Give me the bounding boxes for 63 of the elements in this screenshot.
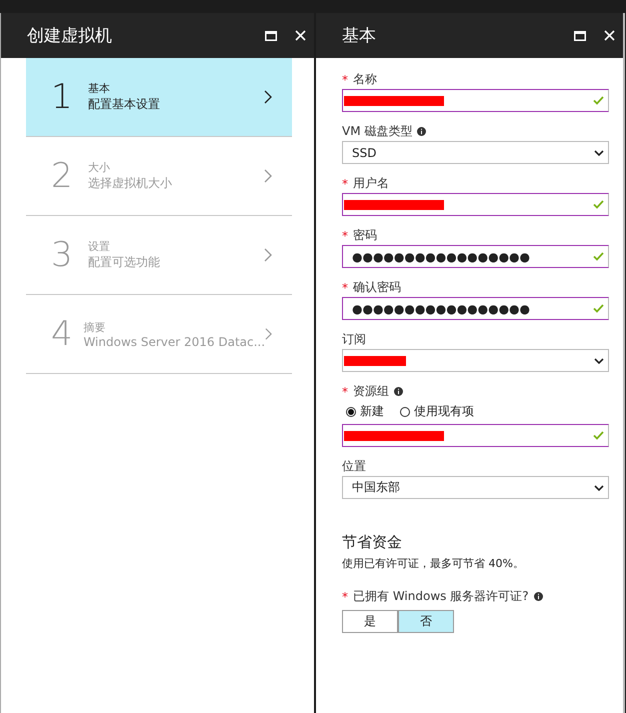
blade-title: 创建虚拟机 xyxy=(27,25,112,47)
close-icon[interactable] xyxy=(604,30,615,41)
step-subtitle: 选择虚拟机大小 xyxy=(88,175,173,192)
toggle-option[interactable]: 否 xyxy=(398,610,454,633)
chevron-right-icon xyxy=(264,248,272,262)
step-number: 1 xyxy=(51,77,74,117)
chevron-down-icon xyxy=(594,484,604,490)
close-icon[interactable] xyxy=(295,30,306,41)
field-label: 密码 xyxy=(353,227,377,244)
check-icon xyxy=(593,96,604,105)
step-number: 4 xyxy=(51,314,74,354)
text-input[interactable] xyxy=(342,424,609,447)
field-label: 订阅 xyxy=(342,331,366,348)
field-label: 名称 xyxy=(353,71,377,88)
dropdown-select[interactable]: 中国东部 xyxy=(342,476,609,499)
info-icon[interactable] xyxy=(534,592,543,601)
info-icon[interactable] xyxy=(394,387,403,396)
chevron-down-icon xyxy=(594,358,604,364)
maximize-icon[interactable] xyxy=(265,30,277,40)
radio-option[interactable]: 新建 xyxy=(346,403,384,420)
step-number: 3 xyxy=(51,235,74,275)
check-icon xyxy=(593,304,604,313)
required-asterisk: * xyxy=(342,72,348,86)
text-input[interactable]: ●●●●●●●●●●●●●●●●● xyxy=(342,297,609,320)
step-subtitle: 配置基本设置 xyxy=(88,96,161,113)
chevron-right-icon xyxy=(264,169,272,183)
field-label: 已拥有 Windows 服务器许可证? xyxy=(353,588,529,605)
info-icon[interactable] xyxy=(417,127,426,136)
required-asterisk: * xyxy=(342,176,348,190)
field-label: 确认密码 xyxy=(353,279,401,296)
check-icon xyxy=(593,200,604,209)
field-label: 用户名 xyxy=(353,175,389,192)
chevron-down-icon xyxy=(594,150,604,156)
required-asterisk: * xyxy=(342,280,348,294)
field-label: VM 磁盘类型 xyxy=(342,123,412,140)
required-asterisk: * xyxy=(342,228,348,242)
radio-option[interactable]: 使用现有项 xyxy=(400,403,474,420)
text-input[interactable] xyxy=(342,193,609,216)
blade-title: 基本 xyxy=(342,25,376,47)
step-title: 摘要 xyxy=(83,320,106,334)
check-icon xyxy=(593,252,604,261)
step-subtitle: 配置可选功能 xyxy=(88,254,161,271)
step-number: 2 xyxy=(51,156,74,196)
step-subtitle: Windows Server 2016 Datac... xyxy=(83,334,266,348)
field-label: 位置 xyxy=(342,458,366,475)
chevron-right-icon xyxy=(265,327,272,341)
step-title: 设置 xyxy=(88,239,111,254)
required-asterisk: * xyxy=(342,384,348,398)
check-icon xyxy=(593,431,604,440)
step-title: 基本 xyxy=(88,81,111,96)
dropdown-select[interactable] xyxy=(342,349,609,372)
step-title: 大小 xyxy=(88,160,111,175)
section-heading: 节省资金 xyxy=(342,533,403,552)
text-input[interactable]: ●●●●●●●●●●●●●●●●● xyxy=(342,245,609,268)
required-asterisk: * xyxy=(342,590,348,604)
maximize-icon[interactable] xyxy=(574,30,586,40)
toggle-option[interactable]: 是 xyxy=(342,610,398,633)
chevron-right-icon xyxy=(264,90,272,104)
dropdown-select[interactable]: SSD xyxy=(342,141,609,164)
field-label: 资源组 xyxy=(353,383,389,400)
section-description: 使用已有许可证，最多可节省 40%。 xyxy=(342,556,525,571)
wizard-step[interactable]: 1 基本 配置基本设置 xyxy=(26,58,292,137)
text-input[interactable] xyxy=(342,89,609,112)
